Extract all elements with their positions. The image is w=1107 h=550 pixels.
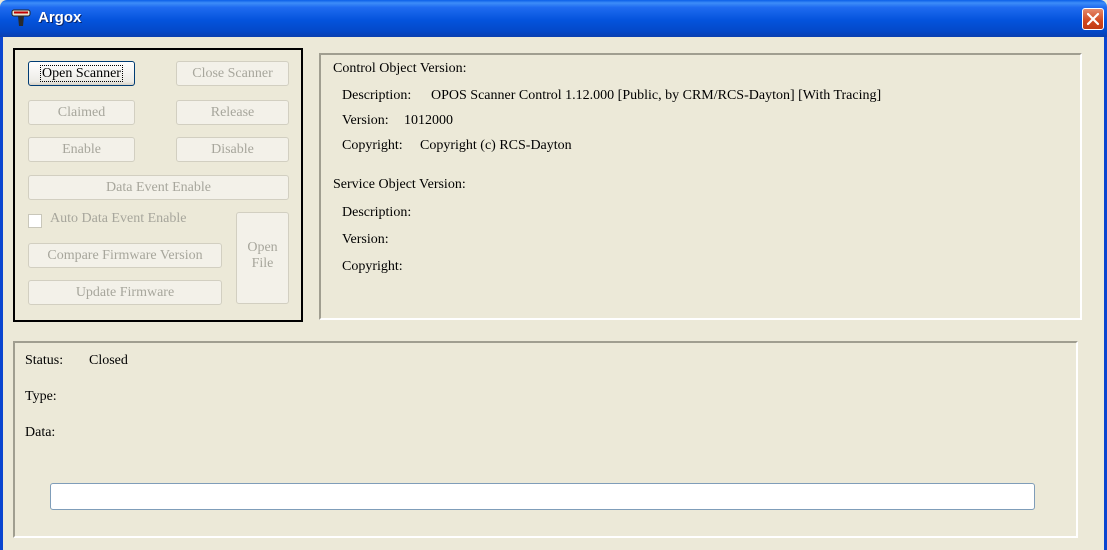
open-scanner-button[interactable]: Open Scanner — [28, 61, 135, 86]
close-button[interactable] — [1082, 8, 1104, 30]
auto-data-event-enable-label: Auto Data Event Enable — [50, 211, 187, 226]
data-label: Data: — [25, 425, 56, 440]
service-copyright-label: Copyright: — [342, 259, 403, 274]
control-copyright-label: Copyright: — [342, 138, 403, 153]
control-version-value: 1012000 — [404, 113, 453, 128]
window-title: Argox — [38, 9, 82, 26]
service-object-heading: Service Object Version: — [333, 177, 466, 192]
open-scanner-label: Open Scanner — [40, 65, 123, 82]
status-label: Status: — [25, 353, 64, 368]
service-version-label: Version: — [342, 232, 389, 247]
control-copyright-value: Copyright (c) RCS-Dayton — [420, 138, 572, 153]
type-label: Type: — [25, 389, 57, 404]
title-bar: Argox — [0, 0, 1107, 37]
compare-firmware-version-button[interactable]: Compare Firmware Version — [28, 243, 222, 268]
service-description-label: Description: — [342, 205, 412, 220]
control-description-value: OPOS Scanner Control 1.12.000 [Public, b… — [431, 88, 882, 103]
enable-button[interactable]: Enable — [28, 137, 135, 162]
data-event-enable-button[interactable]: Data Event Enable — [28, 175, 289, 200]
control-object-heading: Control Object Version: — [333, 61, 467, 76]
status-value: Closed — [89, 353, 128, 368]
control-description-label: Description: — [342, 88, 412, 103]
disable-button[interactable]: Disable — [176, 137, 289, 162]
update-firmware-button[interactable]: Update Firmware — [28, 280, 222, 305]
window-border-left — [0, 37, 3, 550]
release-button[interactable]: Release — [176, 100, 289, 125]
close-scanner-button[interactable]: Close Scanner — [176, 61, 289, 86]
claimed-button[interactable]: Claimed — [28, 100, 135, 125]
open-file-button[interactable]: Open File — [236, 212, 289, 304]
close-icon — [1086, 12, 1100, 26]
scanner-app-icon — [11, 9, 31, 26]
data-input-field[interactable] — [50, 483, 1035, 510]
control-version-label: Version: — [342, 113, 389, 128]
auto-data-event-enable-checkbox[interactable] — [28, 214, 42, 228]
